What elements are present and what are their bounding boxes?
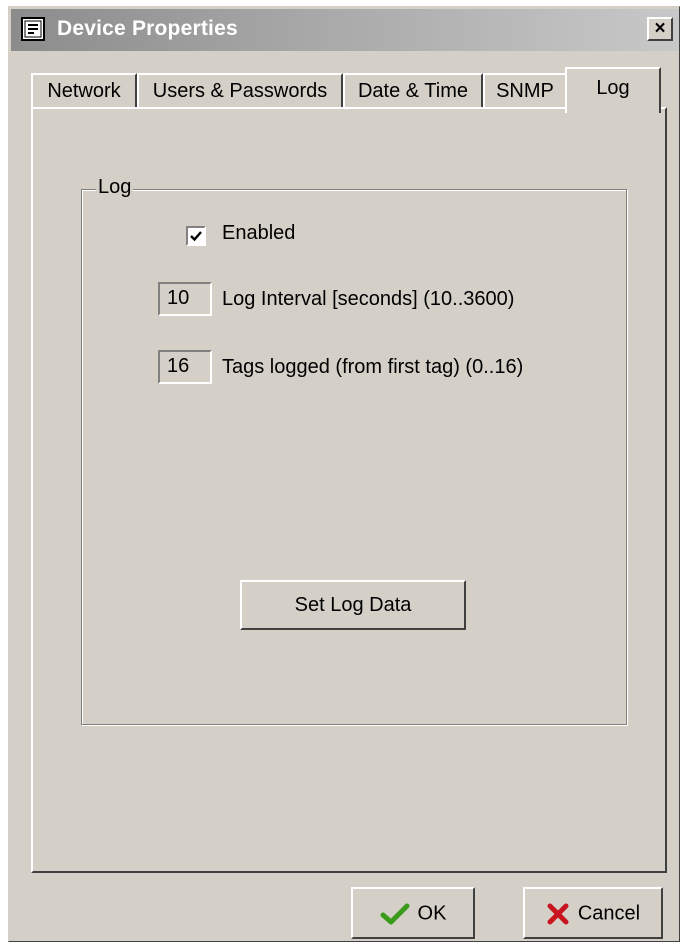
title-bar[interactable]: Device Properties × <box>11 9 679 51</box>
enabled-checkbox[interactable] <box>186 226 206 246</box>
checkmark-icon <box>190 231 202 242</box>
tab-date-time[interactable]: Date & Time <box>343 73 483 109</box>
log-group-title: Log <box>96 176 134 199</box>
ok-button[interactable]: OK <box>351 887 475 939</box>
window-title: Device Properties <box>57 17 238 40</box>
tab-users-passwords-label: Users & Passwords <box>152 80 328 102</box>
close-icon: × <box>654 18 666 39</box>
tags-logged-field[interactable]: 16 <box>158 350 212 384</box>
tab-network[interactable]: Network <box>31 73 137 109</box>
x-icon <box>547 903 569 925</box>
log-tab-panel: Log Enabled 10 Log Interval [seconds] (1… <box>31 107 667 873</box>
log-interval-label: Log Interval [seconds] (10..3600) <box>222 288 515 310</box>
tab-network-label: Network <box>47 80 121 102</box>
tab-log[interactable]: Log <box>565 67 661 113</box>
tab-users-passwords[interactable]: Users & Passwords <box>137 73 343 109</box>
checkmark-icon <box>380 903 410 925</box>
tab-log-label: Log <box>596 77 630 99</box>
ok-label: OK <box>417 902 447 925</box>
log-groupbox: Log Enabled 10 Log Interval [seconds] (1… <box>81 176 627 725</box>
close-button[interactable]: × <box>647 17 673 41</box>
cancel-label: Cancel <box>577 902 641 925</box>
tags-logged-label: Tags logged (from first tag) (0..16) <box>222 356 524 378</box>
log-interval-field[interactable]: 10 <box>158 282 212 316</box>
app-icon <box>21 17 45 41</box>
set-log-data-button[interactable]: Set Log Data <box>240 580 466 630</box>
device-properties-dialog: Device Properties × Network Users & Pass… <box>8 6 680 942</box>
tab-snmp-label: SNMP <box>496 80 554 102</box>
tab-snmp[interactable]: SNMP <box>483 73 567 109</box>
tab-date-time-label: Date & Time <box>357 80 469 102</box>
enabled-label: Enabled <box>222 222 296 244</box>
cancel-button[interactable]: Cancel <box>523 887 663 939</box>
